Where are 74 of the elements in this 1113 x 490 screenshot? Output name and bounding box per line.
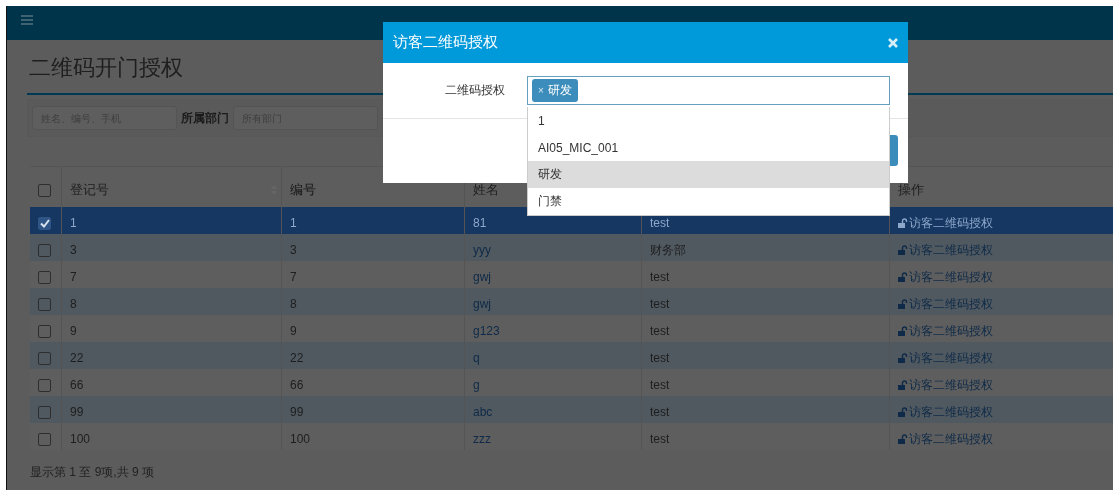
unlock-icon: [898, 218, 908, 228]
table-cell: 66: [70, 378, 84, 392]
name-link[interactable]: g123: [473, 324, 500, 338]
table-cell: 9: [290, 324, 297, 338]
table-cell: test: [650, 297, 670, 311]
row-checkbox[interactable]: [38, 324, 51, 338]
row-checkbox[interactable]: [38, 243, 51, 257]
table-cell: 8: [70, 297, 77, 311]
table-cell: 8: [290, 297, 297, 311]
table-cell: 100: [290, 432, 311, 446]
unlock-icon: [898, 299, 908, 309]
row-checkbox[interactable]: [38, 297, 51, 311]
authorize-link[interactable]: 访客二维码授权: [898, 268, 993, 286]
name-link[interactable]: q: [473, 351, 480, 365]
table-cell: 财务部: [650, 241, 686, 259]
name-link[interactable]: zzz: [473, 432, 491, 446]
table-cell: 66: [290, 378, 304, 392]
table-cell: test: [650, 432, 670, 446]
dropdown-option[interactable]: 研发: [528, 161, 889, 188]
field-label: 二维码授权: [444, 82, 505, 99]
table-cell: test: [650, 405, 670, 419]
table-cell: 3: [290, 243, 297, 257]
row-checkbox[interactable]: [38, 270, 51, 284]
table-cell: test: [650, 216, 670, 230]
dropdown-option[interactable]: 1: [528, 107, 889, 134]
unlock-icon: [898, 434, 908, 444]
table-cell: 7: [290, 270, 297, 284]
unlock-icon: [898, 245, 908, 255]
table-cell: 9: [70, 324, 77, 338]
table-cell: 99: [290, 405, 304, 419]
row-checkbox[interactable]: [38, 405, 51, 419]
selected-tag[interactable]: × 研发: [532, 79, 578, 102]
name-link[interactable]: abc: [473, 405, 493, 419]
dropdown-option[interactable]: 门禁: [528, 188, 889, 215]
row-checkbox[interactable]: [38, 378, 51, 392]
table-cell: test: [650, 378, 670, 392]
table-cell: 7: [70, 270, 77, 284]
multi-select-field[interactable]: × 研发: [527, 76, 890, 105]
authorize-link[interactable]: 访客二维码授权: [898, 376, 993, 394]
dialog-title: 访客二维码授权: [393, 33, 498, 52]
name-link[interactable]: yyy: [473, 243, 491, 257]
unlock-icon: [898, 272, 908, 282]
name-link[interactable]: gwj: [473, 270, 491, 284]
unlock-icon: [898, 326, 908, 336]
authorize-link[interactable]: 访客二维码授权: [898, 214, 993, 232]
unlock-icon: [898, 353, 908, 363]
table-cell: 99: [70, 405, 84, 419]
row-checkbox[interactable]: [38, 216, 51, 230]
remove-icon[interactable]: ×: [538, 85, 544, 96]
table-cell: test: [650, 270, 670, 284]
select-all-checkbox[interactable]: [38, 183, 51, 197]
authorize-link[interactable]: 访客二维码授权: [898, 430, 993, 448]
dropdown-option[interactable]: AI05_MIC_001: [528, 134, 889, 161]
authorize-link[interactable]: 访客二维码授权: [898, 322, 993, 340]
table-cell: 22: [70, 351, 84, 365]
unlock-icon: [898, 407, 908, 417]
table-cell: 3: [70, 243, 77, 257]
table-cell: test: [650, 324, 670, 338]
table-cell: 1: [70, 216, 77, 230]
page-title: 二维码开门授权: [29, 54, 183, 82]
row-checkbox[interactable]: [38, 351, 51, 365]
name-link[interactable]: 81: [473, 216, 487, 230]
table-cell: 100: [70, 432, 91, 446]
close-icon[interactable]: [888, 37, 898, 48]
table-cell: test: [650, 351, 670, 365]
table-cell: 1: [290, 216, 297, 230]
row-checkbox[interactable]: [38, 432, 51, 446]
tag-label: 研发: [547, 82, 572, 99]
name-link[interactable]: g: [473, 378, 480, 392]
unlock-icon: [898, 380, 908, 390]
menu-icon[interactable]: [21, 15, 33, 25]
department-label: 所属部门: [181, 109, 229, 127]
table-cell: 22: [290, 351, 304, 365]
name-link[interactable]: gwj: [473, 297, 491, 311]
